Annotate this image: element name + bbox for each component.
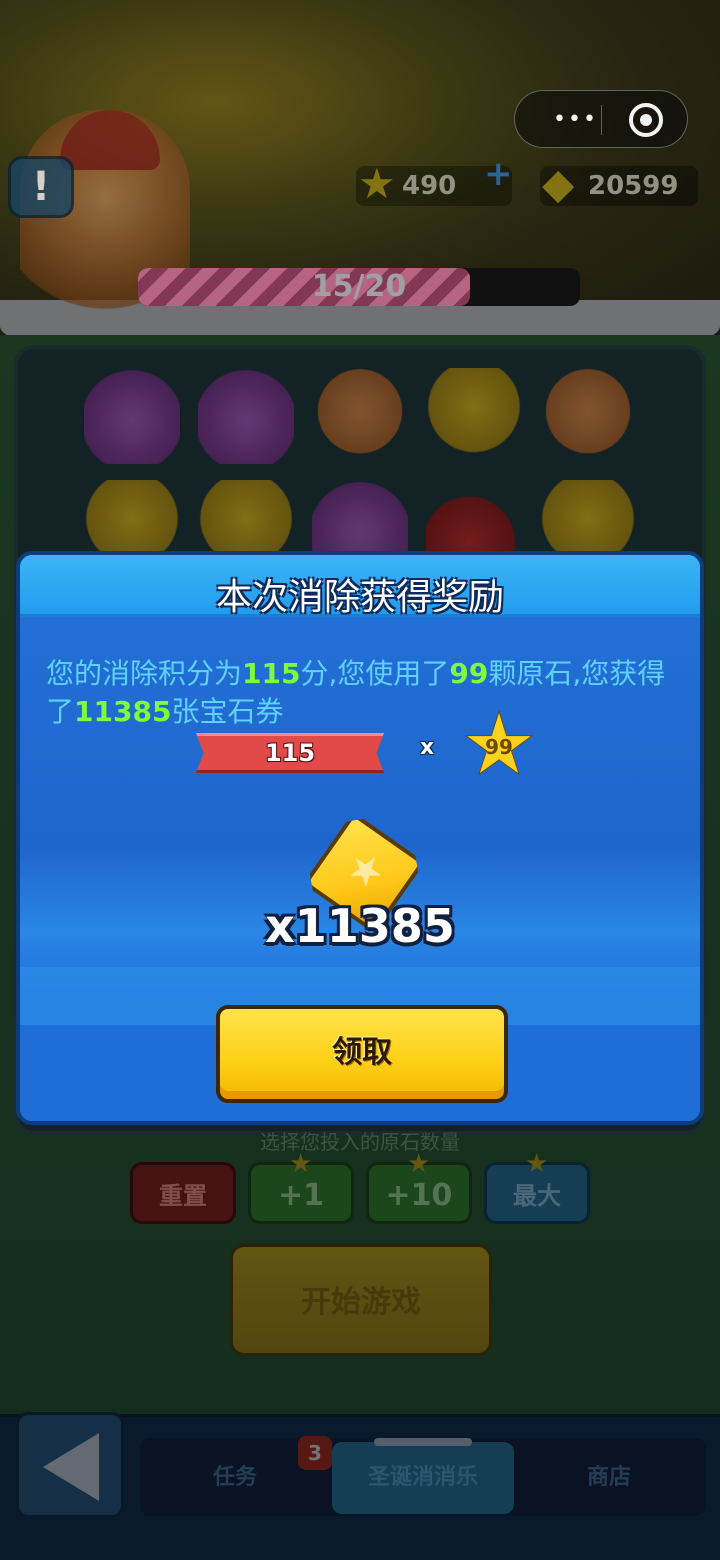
desc-part-4: 张宝石券 (171, 695, 284, 728)
reward-dialog: 本次消除获得奖励 您的消除积分为115分,您使用了99颗原石,您获得了11385… (16, 551, 704, 1125)
multiply-sign: x (420, 735, 435, 760)
claim-button[interactable]: 领取 (216, 1005, 508, 1103)
tickets-value: 11385 (74, 695, 172, 728)
score-banner: 115 (196, 733, 384, 773)
dialog-title: 本次消除获得奖励 (215, 577, 504, 618)
desc-part-2: 分,您使用了 (300, 657, 450, 690)
score-value: 115 (242, 657, 301, 690)
stones-value: 99 (449, 657, 489, 690)
star-badge-value: 99 (485, 735, 513, 759)
score-banner-value: 115 (264, 739, 316, 767)
reward-amount: x11385 (265, 899, 455, 953)
desc-part-1: 您的消除积分为 (46, 657, 243, 690)
star-badge: 99 (464, 710, 534, 779)
reward-description: 您的消除积分为115分,您使用了99颗原石,您获得了11385张宝石券 (46, 655, 686, 731)
